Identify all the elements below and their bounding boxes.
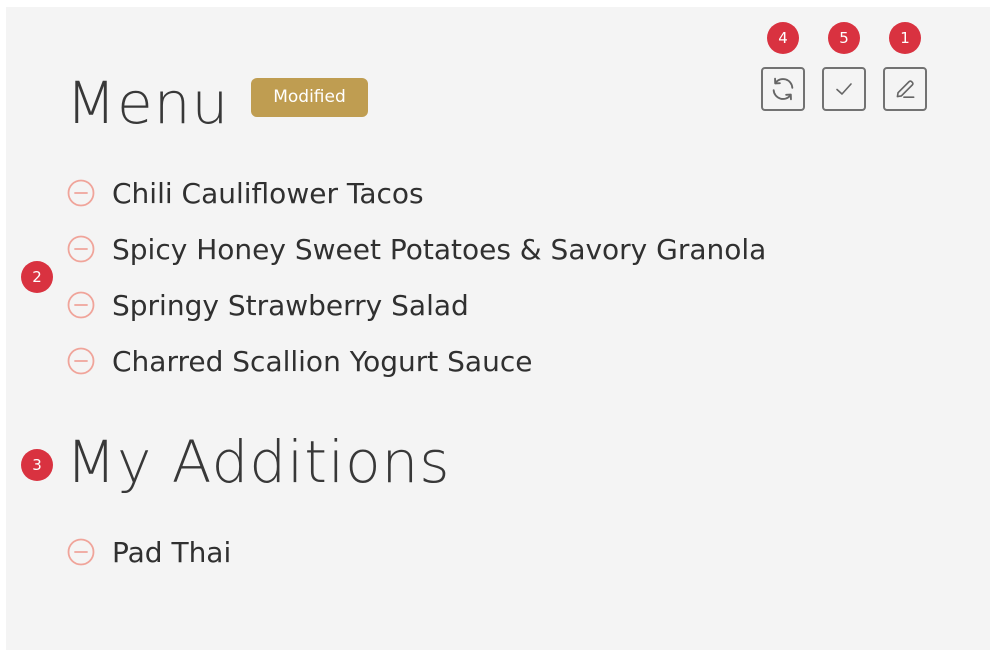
refresh-icon: [772, 77, 794, 101]
check-icon: [836, 83, 852, 95]
marker-badge: 4: [767, 22, 799, 54]
pencil-icon: [896, 80, 915, 98]
menu-item-label: Springy Strawberry Salad: [112, 288, 469, 322]
marker-badge: 1: [889, 22, 921, 54]
refresh-button[interactable]: [761, 67, 805, 111]
minus-circle-icon: [67, 179, 95, 207]
menu-item-label: Spicy Honey Sweet Potatoes & Savory Gran…: [112, 232, 767, 266]
marker-badge: 5: [828, 22, 860, 54]
list-item: Charred Scallion Yogurt Sauce: [66, 333, 766, 389]
remove-item-button[interactable]: [66, 178, 96, 208]
minus-circle-icon: [67, 291, 95, 319]
list-item: Pad Thai: [66, 524, 231, 580]
list-item: Spicy Honey Sweet Potatoes & Savory Gran…: [66, 221, 766, 277]
remove-item-button[interactable]: [66, 537, 96, 567]
list-item: Chili Cauliflower Tacos: [66, 165, 766, 221]
list-item: Springy Strawberry Salad: [66, 277, 766, 333]
marker-badge: 3: [21, 449, 53, 481]
remove-item-button[interactable]: [66, 346, 96, 376]
minus-circle-icon: [67, 347, 95, 375]
confirm-button[interactable]: [822, 67, 866, 111]
menu-item-label: Charred Scallion Yogurt Sauce: [112, 344, 533, 378]
minus-circle-icon: [67, 538, 95, 566]
edit-button[interactable]: [883, 67, 927, 111]
modified-badge: Modified: [251, 78, 368, 117]
marker-badge: 2: [21, 261, 53, 293]
page-title: Menu: [66, 69, 230, 137]
remove-item-button[interactable]: [66, 290, 96, 320]
section-title: My Additions: [66, 428, 451, 496]
additions-list: Pad Thai: [66, 524, 231, 580]
menu-item-label: Chili Cauliflower Tacos: [112, 176, 424, 210]
addition-item-label: Pad Thai: [112, 535, 232, 569]
menu-list: Chili Cauliflower Tacos Spicy Honey Swee…: [66, 165, 766, 389]
minus-circle-icon: [67, 235, 95, 263]
remove-item-button[interactable]: [66, 234, 96, 264]
